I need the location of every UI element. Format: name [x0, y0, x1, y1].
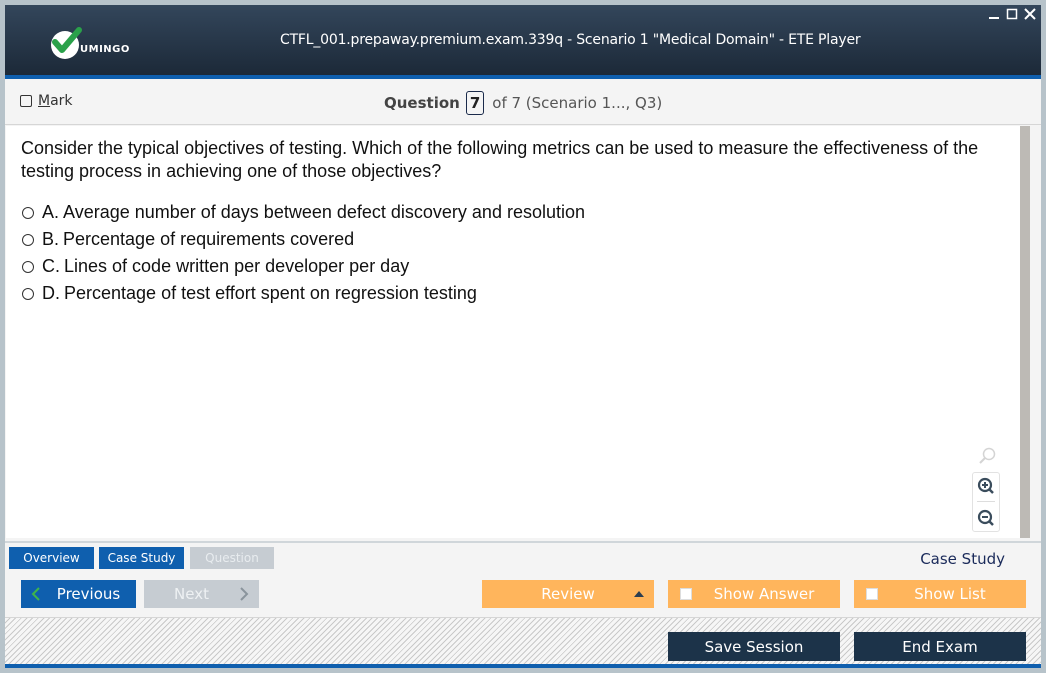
- next-button[interactable]: Next: [144, 580, 259, 608]
- option-a[interactable]: A. Average number of days between defect…: [22, 199, 585, 226]
- question-total: of 7 (Scenario 1..., Q3): [492, 94, 663, 112]
- next-label: Next: [174, 585, 209, 603]
- show-answer-label: Show Answer: [713, 585, 815, 603]
- mark-checkbox[interactable]: Mark: [20, 93, 73, 109]
- chevron-right-icon: [240, 587, 249, 601]
- option-text: Percentage of requirements covered: [63, 229, 355, 249]
- vertical-scrollbar[interactable]: [1020, 126, 1030, 538]
- footer-bar: Save Session End Exam: [5, 617, 1041, 664]
- radio-button[interactable]: [22, 287, 34, 300]
- zoom-control-box: [972, 472, 1000, 532]
- show-list-checkbox[interactable]: [866, 588, 878, 600]
- vumingo-logo: UMINGO: [51, 27, 130, 59]
- radio-button[interactable]: [22, 260, 34, 273]
- option-b[interactable]: B. Percentage of requirements covered: [22, 226, 585, 253]
- ete-player-window: UMINGO CTFL_001.prepaway.premium.exam.33…: [5, 5, 1041, 668]
- maximize-icon[interactable]: [1005, 7, 1019, 21]
- previous-button[interactable]: Previous: [21, 580, 136, 608]
- mark-label: Mark: [38, 93, 73, 109]
- current-section-label: Case Study: [920, 550, 1005, 568]
- navigation-row: Previous Next Review Show Answer Show Li…: [5, 573, 1041, 617]
- question-label: Question: [384, 94, 460, 112]
- answer-options: A. Average number of days between defect…: [22, 199, 585, 307]
- tab-case-study[interactable]: Case Study: [99, 547, 184, 569]
- title-bar: UMINGO CTFL_001.prepaway.premium.exam.33…: [5, 5, 1041, 75]
- tab-question[interactable]: Question: [190, 547, 274, 569]
- minimize-icon[interactable]: [987, 7, 1001, 21]
- zoom-in-icon[interactable]: [976, 476, 996, 496]
- window-title: CTFL_001.prepaway.premium.exam.339q - Sc…: [280, 32, 861, 48]
- end-exam-button[interactable]: End Exam: [854, 632, 1026, 661]
- view-tabs: Overview Case Study Question Case Study: [5, 541, 1041, 572]
- radio-button[interactable]: [22, 233, 34, 246]
- option-d[interactable]: D. Percentage of test effort spent on re…: [22, 280, 585, 307]
- save-session-button[interactable]: Save Session: [668, 632, 840, 661]
- question-text: Consider the typical objectives of testi…: [21, 138, 979, 181]
- review-button[interactable]: Review: [482, 580, 654, 608]
- mark-checkbox-box[interactable]: [20, 95, 32, 107]
- show-list-button[interactable]: Show List: [854, 580, 1026, 608]
- zoom-tools: [972, 446, 1002, 532]
- caret-up-icon: [634, 591, 644, 597]
- question-number-input[interactable]: 7: [465, 91, 485, 115]
- logo-check-icon: [51, 27, 82, 59]
- question-content: Consider the typical objectives of testi…: [6, 126, 1020, 538]
- question-indicator: Question 7 of 7 (Scenario 1..., Q3): [384, 91, 662, 115]
- zoom-separator: [977, 501, 995, 503]
- question-header: Mark Question 7 of 7 (Scenario 1..., Q3): [5, 79, 1041, 125]
- show-answer-checkbox[interactable]: [680, 588, 692, 600]
- chevron-left-icon: [31, 587, 40, 601]
- option-text: Percentage of test effort spent on regre…: [64, 283, 477, 303]
- close-icon[interactable]: [1023, 7, 1037, 21]
- footer-accent-bar: [5, 664, 1041, 668]
- tab-overview[interactable]: Overview: [9, 547, 94, 569]
- logo-text: UMINGO: [80, 44, 130, 55]
- option-text: Lines of code written per developer per …: [64, 256, 410, 276]
- review-label: Review: [541, 585, 595, 603]
- window-controls: [987, 7, 1037, 21]
- find-icon[interactable]: [977, 446, 997, 466]
- show-answer-button[interactable]: Show Answer: [668, 580, 840, 608]
- option-text: Average number of days between defect di…: [63, 202, 585, 222]
- show-list-label: Show List: [914, 585, 986, 603]
- radio-button[interactable]: [22, 206, 34, 219]
- zoom-out-icon[interactable]: [976, 508, 996, 528]
- previous-label: Previous: [56, 585, 121, 603]
- option-c[interactable]: C. Lines of code written per developer p…: [22, 253, 585, 280]
